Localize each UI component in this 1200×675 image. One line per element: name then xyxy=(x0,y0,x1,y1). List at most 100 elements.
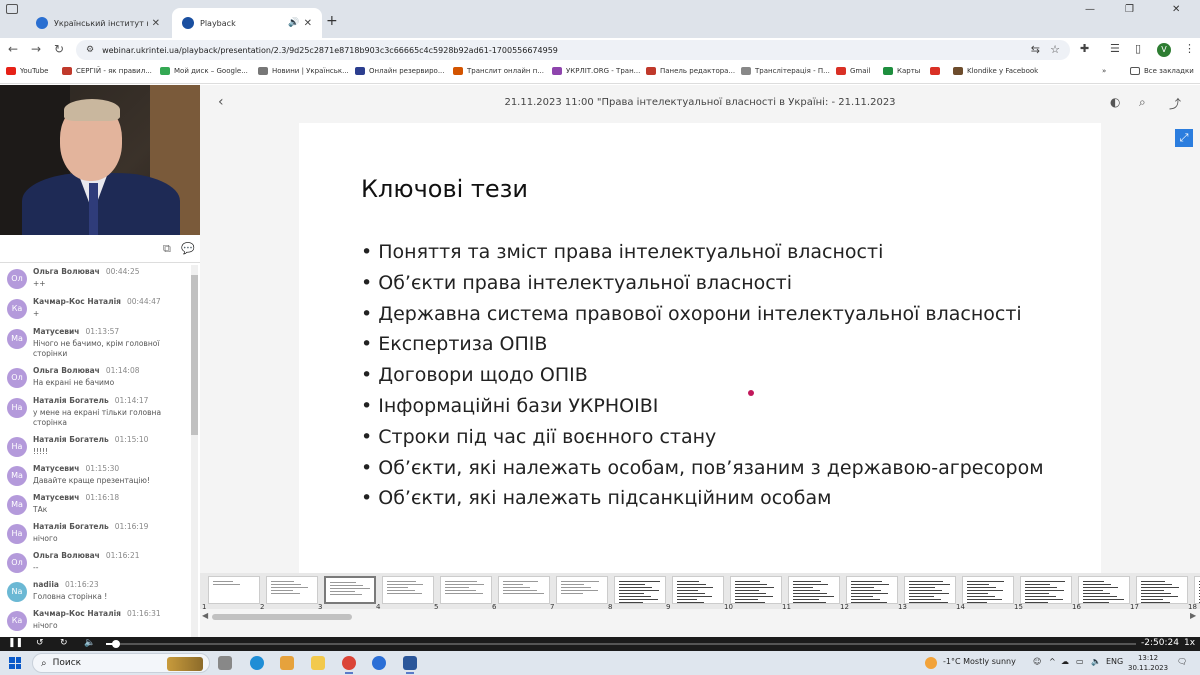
progress-knob[interactable] xyxy=(112,640,120,648)
bookmark-star-icon[interactable]: ☆ xyxy=(1050,43,1060,56)
scroll-right-icon[interactable]: ▶ xyxy=(1190,611,1196,620)
maps-icon xyxy=(883,67,893,75)
slide-thumbnail[interactable] xyxy=(1136,576,1188,604)
slide-thumbnail-strip[interactable]: 1 2 3 4 5 6 7 8 9 10 11 12 13 14 15 16 17 18 xyxy=(200,573,1200,609)
bookmark-klondike[interactable]: Klondike у Facebook xyxy=(953,67,1038,75)
chat-scrollbar[interactable] xyxy=(191,265,198,637)
bookmark-item[interactable]: Мой диск – Google... xyxy=(160,67,248,75)
side-panel-icon[interactable]: ▯ xyxy=(1135,42,1141,55)
network-icon[interactable]: ▭ xyxy=(1076,657,1084,666)
menu-icon[interactable]: ⋮ xyxy=(1184,42,1195,55)
thumbnail-number: 12 xyxy=(840,603,849,609)
back-icon[interactable]: ← xyxy=(8,42,18,56)
share-icon[interactable]: ⤴ xyxy=(1169,95,1181,112)
chrome-icon[interactable] xyxy=(342,656,356,674)
url-field[interactable]: ⚙ webinar.ukrintei.ua/playback/presentat… xyxy=(76,40,1070,60)
chat-icon[interactable]: 💬 xyxy=(181,242,195,255)
reading-list-icon[interactable]: ☰ xyxy=(1110,42,1120,55)
slide-thumbnail[interactable] xyxy=(1020,576,1072,604)
bookmark-item[interactable]: Транслітерація - П... xyxy=(741,67,830,75)
bookmark-maps[interactable]: Карты xyxy=(883,67,920,75)
tab-ukrintei[interactable]: Український інститут науково ✕ xyxy=(26,8,170,38)
extensions-icon[interactable]: ✚ xyxy=(1080,42,1089,55)
taskbar-search-input[interactable]: ⌕ Поиск xyxy=(32,653,210,673)
speaker-icon[interactable]: 🔊 xyxy=(288,18,299,28)
scroll-thumb[interactable] xyxy=(191,275,198,435)
bookmark-item[interactable]: Онлайн резервиро... xyxy=(355,67,445,75)
tray-chevron-icon[interactable]: ^ xyxy=(1049,657,1056,666)
slide-thumbnail[interactable] xyxy=(266,576,318,604)
word-icon[interactable] xyxy=(403,656,417,674)
chat-log[interactable]: Ол Ольга Волювач 00:44:25 ++ Ка Качмар-Ко… xyxy=(0,265,200,637)
bookmark-item[interactable]: Новини | Українськ... xyxy=(258,67,349,75)
profile-avatar[interactable]: V xyxy=(1157,43,1171,57)
webcam-video[interactable] xyxy=(0,85,200,235)
tab-playback[interactable]: Playback 🔊 ✕ xyxy=(172,8,322,38)
bookmark-youtube[interactable]: YouTube xyxy=(6,67,48,75)
cloud-icon[interactable]: ☁ xyxy=(1061,657,1069,666)
store-icon[interactable] xyxy=(280,656,294,670)
bookmark-mail[interactable] xyxy=(930,67,944,75)
close-icon[interactable]: ✕ xyxy=(152,18,160,29)
minimize-button[interactable]: — xyxy=(1085,4,1095,15)
slide-thumbnail[interactable] xyxy=(614,576,666,604)
reload-icon[interactable]: ↻ xyxy=(54,42,64,56)
slide-thumbnail[interactable] xyxy=(788,576,840,604)
playback-progress-bar[interactable] xyxy=(106,640,1136,648)
browser-tab-strip: Український інститут науково ✕ Playback … xyxy=(0,0,1200,38)
weather-text[interactable]: -1°C Mostly sunny xyxy=(943,657,1016,666)
app-icon[interactable] xyxy=(372,656,386,670)
system-clock[interactable]: 13:12 30.11.2023 xyxy=(1128,653,1168,673)
rewind-icon[interactable]: ↺ xyxy=(36,638,44,648)
slide-thumbnail[interactable] xyxy=(208,576,260,604)
slide-thumbnail[interactable] xyxy=(1078,576,1130,604)
close-window-button[interactable]: ✕ xyxy=(1172,4,1180,15)
windows-start-icon[interactable] xyxy=(9,657,21,669)
task-view-icon[interactable] xyxy=(218,656,232,670)
bookmark-item[interactable]: Панель редактора... xyxy=(646,67,735,75)
slide-thumbnail[interactable] xyxy=(730,576,782,604)
slide-thumbnail[interactable] xyxy=(904,576,956,604)
slide-thumbnail[interactable] xyxy=(324,576,376,604)
notification-icon[interactable]: 🗨 xyxy=(1177,657,1187,666)
more-bookmarks-icon[interactable]: » xyxy=(1102,67,1106,75)
volume-icon[interactable]: 🔈 xyxy=(84,638,95,648)
translate-icon[interactable]: ⇆ xyxy=(1031,43,1040,56)
speaker-icon[interactable]: 🔈 xyxy=(1091,657,1101,666)
bookmark-item[interactable]: УКРЛІТ.ORG - Тран... xyxy=(552,67,640,75)
explorer-icon[interactable] xyxy=(311,656,325,670)
scroll-left-icon[interactable]: ◀ xyxy=(202,611,208,620)
pause-icon[interactable]: ❚❚ xyxy=(8,638,23,648)
remaining-time: -2:50:24 xyxy=(1141,638,1179,648)
forward-icon[interactable]: ↻ xyxy=(60,638,68,648)
site-info-icon[interactable]: ⚙ xyxy=(86,45,94,55)
edge-icon[interactable] xyxy=(250,656,264,670)
language-indicator[interactable]: ENG xyxy=(1106,657,1123,666)
copy-icon[interactable]: ⧉ xyxy=(163,242,171,256)
slide-thumbnail[interactable] xyxy=(498,576,550,604)
slide-thumbnail[interactable] xyxy=(672,576,724,604)
forward-icon[interactable]: → xyxy=(31,42,41,56)
people-icon[interactable]: ☺ xyxy=(1033,657,1041,666)
search-icon[interactable]: ⌕ xyxy=(1139,95,1146,110)
slide-thumbnail[interactable] xyxy=(382,576,434,604)
slide-thumbnail[interactable] xyxy=(846,576,898,604)
maximize-button[interactable]: ❐ xyxy=(1125,4,1134,15)
tab-search-icon[interactable] xyxy=(6,4,18,14)
scroll-thumb[interactable] xyxy=(212,614,352,620)
weather-icon[interactable] xyxy=(925,657,937,669)
close-icon[interactable]: ✕ xyxy=(304,18,312,29)
bookmark-gmail[interactable]: Gmail xyxy=(836,67,870,75)
bookmark-item[interactable]: Транслит онлайн п... xyxy=(453,67,544,75)
theme-toggle-icon[interactable]: ◐ xyxy=(1110,95,1120,109)
bookmark-item[interactable]: СЕРГІЙ - як правил... xyxy=(62,67,152,75)
speed-button[interactable]: 1x xyxy=(1184,638,1195,648)
all-bookmarks[interactable]: Все закладки xyxy=(1130,67,1194,75)
fullscreen-icon[interactable]: ⤢ xyxy=(1175,129,1193,147)
slide-thumbnail[interactable] xyxy=(440,576,492,604)
new-tab-button[interactable]: + xyxy=(326,13,338,29)
slide-thumbnail[interactable] xyxy=(1194,576,1200,604)
slide-thumbnail[interactable] xyxy=(556,576,608,604)
slide-thumbnail[interactable] xyxy=(962,576,1014,604)
thumbnail-scrollbar[interactable]: ◀ ▶ xyxy=(200,611,1200,622)
